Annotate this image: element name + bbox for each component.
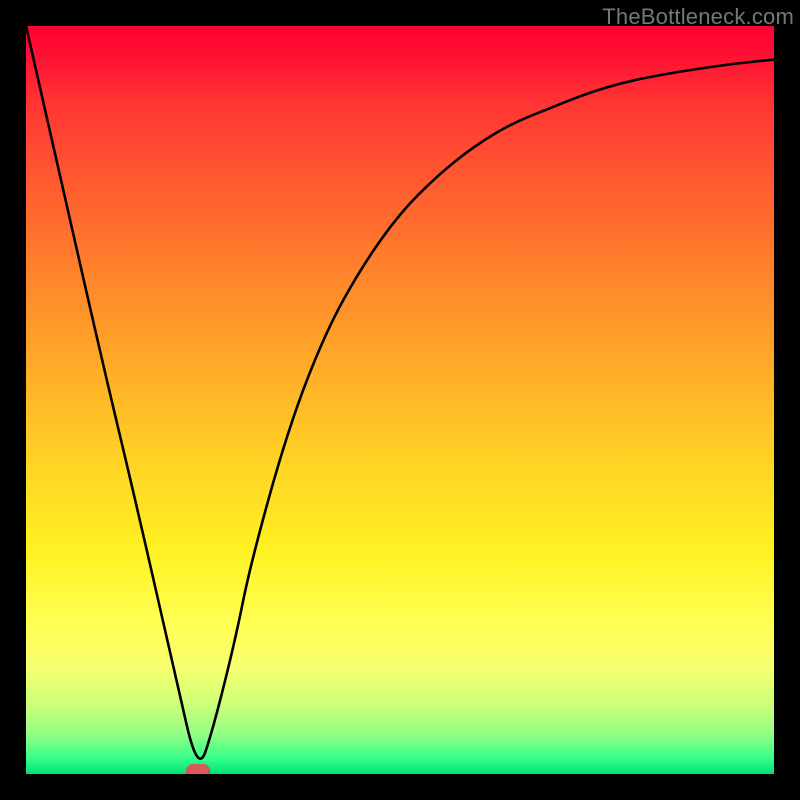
- bottleneck-curve: [26, 26, 774, 774]
- optimal-point-marker: [186, 764, 210, 774]
- chart-frame: TheBottleneck.com: [0, 0, 800, 800]
- watermark-text: TheBottleneck.com: [602, 4, 794, 30]
- plot-area: [26, 26, 774, 774]
